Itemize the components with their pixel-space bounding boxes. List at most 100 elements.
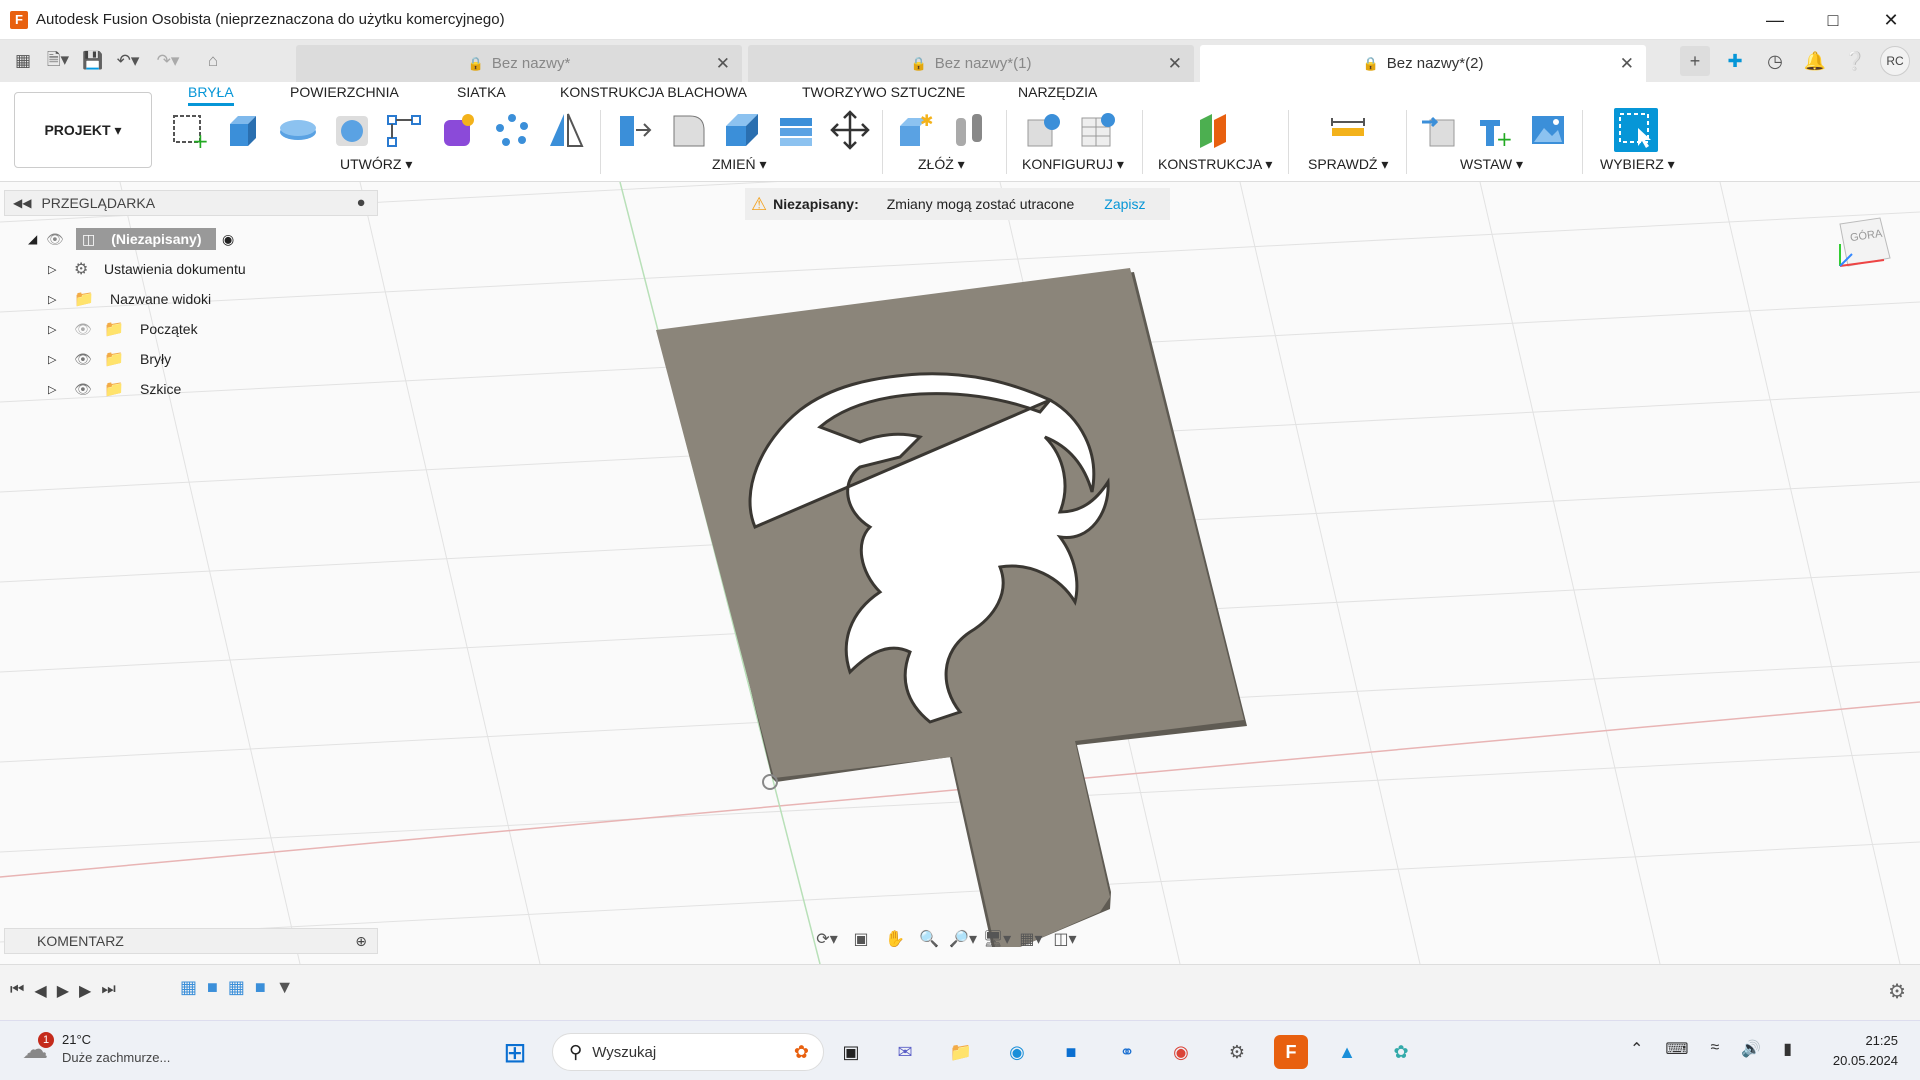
tree-root[interactable]: ◢ 👁 ◫ (Niezapisany) ◉ [28, 226, 258, 252]
redo-icon[interactable]: ↷▾ [148, 46, 188, 76]
minimize-button[interactable]: — [1746, 0, 1804, 40]
tab-mesh[interactable]: SIATKA [457, 84, 506, 106]
stencil-body[interactable] [656, 268, 1247, 947]
maximize-button[interactable]: □ [1804, 0, 1862, 40]
tray-chevron-up-icon[interactable]: ⌃ [1630, 1039, 1643, 1059]
look-at-icon[interactable]: ▣ [846, 929, 876, 949]
visibility-eye-icon[interactable]: 👁 [74, 381, 104, 398]
sweep-icon[interactable] [330, 108, 374, 152]
add-comment-icon[interactable]: ⊕ [355, 933, 367, 950]
inspect-group-label[interactable]: SPRAWDŹ ▾ [1308, 156, 1388, 173]
tab-sheet-metal[interactable]: KONSTRUKCJA BLACHOWA [560, 84, 747, 106]
user-avatar[interactable]: RC [1880, 46, 1910, 76]
viewcube[interactable]: GÓRA [1826, 214, 1896, 284]
combine-icon[interactable] [774, 108, 818, 152]
edge-browser-icon[interactable]: ◉ [1000, 1035, 1034, 1069]
visibility-eye-icon[interactable]: 👁 [74, 351, 104, 368]
zoom-window-icon[interactable]: 🔎▾ [948, 929, 978, 949]
extrude-icon[interactable] [222, 108, 266, 152]
insert-group-label[interactable]: WSTAW ▾ [1460, 156, 1523, 173]
taskbar-search[interactable]: ⚲ Wyszukaj ✿ [552, 1033, 824, 1071]
new-component-icon[interactable]: ✱ [894, 108, 938, 152]
viewports-icon[interactable]: ◫▾ [1050, 929, 1080, 949]
expand-arrow-icon[interactable]: ▷ [48, 353, 74, 366]
measure-icon[interactable] [1326, 108, 1370, 152]
tab-plastic[interactable]: TWORZYWO SZTUCZNE [802, 84, 965, 106]
insert-mcmaster-icon[interactable]: + [1472, 108, 1516, 152]
fusion-taskbar-icon[interactable]: F [1274, 1035, 1308, 1069]
expand-arrow-icon[interactable]: ▷ [48, 263, 74, 276]
tab-doc-3[interactable]: 🔒 Bez nazwy*(2) ✕ [1200, 45, 1646, 82]
collapse-panel-icon[interactable]: ◀◀ [13, 196, 31, 210]
close-tab-icon[interactable]: ✕ [1620, 54, 1634, 74]
autodesk-icon[interactable]: ▲ [1330, 1035, 1364, 1069]
canvas-viewport[interactable] [0, 182, 1920, 964]
extensions-icon[interactable]: ✚ [1720, 46, 1750, 76]
orbit-icon[interactable]: ⟳▾ [812, 929, 842, 949]
go-to-end-icon[interactable]: ⏭ [101, 981, 115, 1001]
save-icon[interactable]: 💾 [78, 46, 108, 76]
battery-icon[interactable]: ▮ [1783, 1039, 1792, 1059]
weather-widget[interactable]: ☁ 1 21°C Duże zachmurze... [22, 1031, 170, 1067]
play-icon[interactable]: ▶ [57, 981, 69, 1001]
tree-item-sketches[interactable]: ▷ 👁 📁 Szkice [48, 376, 181, 402]
collapse-arrow-icon[interactable]: ◢ [28, 232, 46, 246]
tab-solid[interactable]: BRYŁA [188, 84, 234, 106]
chrome-icon[interactable]: ◉ [1164, 1035, 1198, 1069]
keyboard-icon[interactable]: ⌨ [1665, 1039, 1688, 1059]
new-tab-icon[interactable]: + [1680, 46, 1710, 76]
step-forward-icon[interactable]: ▶ [79, 981, 91, 1001]
tree-item-document-settings[interactable]: ▷ ⚙ Ustawienia dokumentu [48, 256, 246, 282]
sketch-feature-icon[interactable]: ▦ [180, 977, 197, 998]
timeline-marker[interactable]: ▼ [276, 977, 294, 998]
close-tab-icon[interactable]: ✕ [1168, 54, 1182, 74]
step-back-icon[interactable]: ◀ [34, 981, 46, 1001]
close-window-button[interactable]: ✕ [1862, 0, 1920, 40]
panel-minimize-icon[interactable]: ⚫ [355, 195, 367, 212]
zoom-icon[interactable]: 🔍 [914, 929, 944, 949]
shell-icon[interactable] [720, 108, 764, 152]
fillet-icon[interactable] [666, 108, 710, 152]
tab-surface[interactable]: POWIERZCHNIA [290, 84, 399, 106]
modify-group-label[interactable]: ZMIEŃ ▾ [712, 156, 766, 173]
task-view-icon[interactable]: ▣ [834, 1035, 868, 1069]
extrude-feature-icon[interactable]: ■ [255, 977, 266, 998]
assemble-group-label[interactable]: ZŁÓŻ ▾ [918, 156, 965, 173]
offset-plane-icon[interactable] [1192, 108, 1236, 152]
expand-arrow-icon[interactable]: ▷ [48, 293, 74, 306]
store-icon[interactable]: ■ [1054, 1035, 1088, 1069]
wifi-icon[interactable]: ≈ [1711, 1039, 1720, 1059]
tab-utilities[interactable]: NARZĘDZIA [1018, 84, 1097, 106]
revolve-icon[interactable] [276, 108, 320, 152]
tree-item-origin[interactable]: ▷ 👁 📁 Początek [48, 316, 198, 342]
pattern-icon[interactable] [490, 108, 534, 152]
move-copy-icon[interactable] [828, 108, 872, 152]
form-icon[interactable] [436, 108, 480, 152]
tree-item-bodies[interactable]: ▷ 👁 📁 Bryły [48, 346, 171, 372]
apps-grid-icon[interactable]: ▦ [8, 46, 38, 76]
app-icon[interactable]: ✿ [1384, 1035, 1418, 1069]
project-button[interactable]: PROJEKT ▾ [14, 92, 152, 168]
clock[interactable]: 21:25 20.05.2024 [1833, 1031, 1898, 1071]
home-icon[interactable]: ⌂ [198, 46, 228, 76]
undo-icon[interactable]: ↶▾ [108, 46, 148, 76]
create-group-label[interactable]: UTWÓRZ ▾ [340, 156, 412, 173]
file-menu-icon[interactable]: 🗎▾ [38, 46, 78, 76]
tree-item-named-views[interactable]: ▷ 📁 Nazwane widoki [48, 286, 211, 312]
close-tab-icon[interactable]: ✕ [716, 54, 730, 74]
settings-icon[interactable]: ⚙ [1220, 1035, 1254, 1069]
rib-icon[interactable] [382, 108, 426, 152]
start-button-icon[interactable]: ⊞ [498, 1035, 532, 1069]
volume-icon[interactable]: 🔊 [1741, 1039, 1761, 1059]
app-link-icon[interactable]: ⚭ [1110, 1035, 1144, 1069]
joint-icon[interactable] [948, 108, 992, 152]
tab-doc-2[interactable]: 🔒 Bez nazwy*(1) ✕ [748, 45, 1194, 82]
help-icon[interactable]: ❔ [1840, 46, 1870, 76]
file-explorer-icon[interactable]: 📁 [944, 1035, 978, 1069]
tab-doc-1[interactable]: 🔒 Bez nazwy* ✕ [296, 45, 742, 82]
job-status-icon[interactable]: ◷ [1760, 46, 1790, 76]
configure-group-label[interactable]: KONFIGURUJ ▾ [1022, 156, 1124, 173]
display-settings-icon[interactable]: 🖥▾ [982, 929, 1012, 949]
press-pull-icon[interactable] [612, 108, 656, 152]
select-icon[interactable] [1614, 108, 1658, 152]
